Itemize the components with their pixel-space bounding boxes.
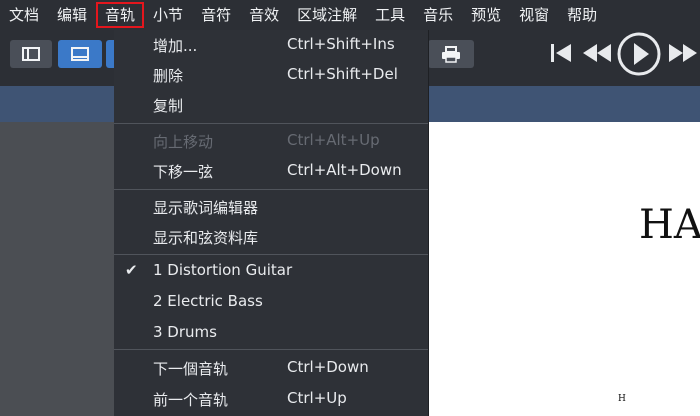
menu-window[interactable]: 视窗	[510, 2, 558, 28]
menu-item-shortcut: Ctrl+Shift+Ins	[287, 35, 395, 53]
menu-item-shortcut: Ctrl+Down	[287, 358, 369, 376]
menu-item-duplicate[interactable]: 复制	[114, 90, 428, 120]
menu-item-label: 下一個音轨	[153, 360, 229, 378]
menu-item-next-track[interactable]: 下一個音轨 Ctrl+Down	[114, 353, 428, 383]
menu-item-label: 2 Electric Bass	[153, 292, 263, 310]
menu-separator	[114, 189, 428, 190]
menu-item-shortcut: Ctrl+Alt+Down	[287, 161, 402, 179]
menu-note[interactable]: 音符	[192, 2, 240, 28]
menu-item-label: 向上移动	[153, 133, 214, 151]
menu-item-label: 显示歌词编辑器	[153, 199, 259, 217]
print-icon	[442, 46, 460, 63]
menu-section-markers[interactable]: 区域注解	[288, 2, 366, 28]
menu-item-shortcut: Ctrl+Up	[287, 389, 347, 407]
menu-item-track-3[interactable]: 3 Drums	[114, 318, 428, 348]
skip-start-icon[interactable]	[549, 40, 573, 66]
menu-edit[interactable]: 编辑	[48, 2, 96, 28]
menu-item-label: 前一个音轨	[153, 391, 229, 409]
menu-item-label: 增加...	[153, 37, 198, 55]
menu-item-shortcut: Ctrl+Alt+Up	[287, 131, 380, 149]
menu-separator	[114, 123, 428, 124]
menu-item-label: 1 Distortion Guitar	[153, 261, 293, 279]
workspace-margin	[0, 122, 114, 416]
menu-item-shortcut: Ctrl+Shift+Del	[287, 65, 398, 83]
menu-item-previous-track[interactable]: 前一个音轨 Ctrl+Up	[114, 384, 428, 414]
menu-file[interactable]: 文档	[0, 2, 48, 28]
menu-item-label: 下移一弦	[153, 163, 214, 181]
menu-item-label: 删除	[153, 67, 184, 85]
menu-preview[interactable]: 预览	[462, 2, 510, 28]
menu-item-label: 显示和弦资料库	[153, 229, 259, 247]
track-menu-dropdown: 增加... Ctrl+Shift+Ins 删除 Ctrl+Shift+Del 复…	[114, 30, 429, 416]
menu-music[interactable]: 音乐	[414, 2, 462, 28]
menu-tools[interactable]: 工具	[366, 2, 414, 28]
toolbar-button-partial[interactable]	[106, 40, 114, 68]
menu-item-add[interactable]: 增加... Ctrl+Shift+Ins	[114, 30, 428, 60]
checkmark-icon: ✔	[125, 261, 138, 279]
rewind-icon[interactable]	[581, 40, 613, 66]
print-button[interactable]	[428, 40, 474, 68]
menu-item-track-2[interactable]: 2 Electric Bass	[114, 287, 428, 317]
menu-item-delete[interactable]: 删除 Ctrl+Shift+Del	[114, 60, 428, 90]
menu-item-move-down[interactable]: 下移一弦 Ctrl+Alt+Down	[114, 156, 428, 186]
menu-item-lyrics-editor[interactable]: 显示歌词编辑器	[114, 192, 428, 222]
menu-track[interactable]: 音轨	[96, 2, 145, 28]
menu-effects[interactable]: 音效	[240, 2, 288, 28]
fast-forward-icon[interactable]	[667, 40, 700, 66]
menu-item-move-up: 向上移动 Ctrl+Alt+Up	[114, 126, 428, 156]
menu-bar-measure[interactable]: 小节	[144, 2, 192, 28]
menu-item-label: 复制	[153, 97, 184, 115]
score-small-text: H	[618, 394, 626, 404]
score-page[interactable]: HA H	[428, 122, 700, 416]
score-title[interactable]: HA	[639, 202, 700, 248]
panel-left-icon	[22, 47, 40, 61]
menu-item-label: 3 Drums	[153, 323, 217, 341]
menu-separator	[114, 349, 428, 350]
panel-bottom-icon	[71, 47, 89, 61]
menu-bar: 文档 编辑 音轨 小节 音符 音效 区域注解 工具 音乐 预览 视窗 帮助	[0, 0, 700, 30]
menu-item-track-1[interactable]: ✔ 1 Distortion Guitar	[114, 256, 428, 286]
bottom-panel-toggle[interactable]	[58, 40, 102, 68]
left-panel-toggle[interactable]	[10, 40, 52, 68]
menu-help[interactable]: 帮助	[558, 2, 606, 28]
menu-item-chord-library[interactable]: 显示和弦资料库	[114, 222, 428, 252]
menu-separator	[114, 254, 428, 255]
play-icon[interactable]	[616, 31, 662, 77]
